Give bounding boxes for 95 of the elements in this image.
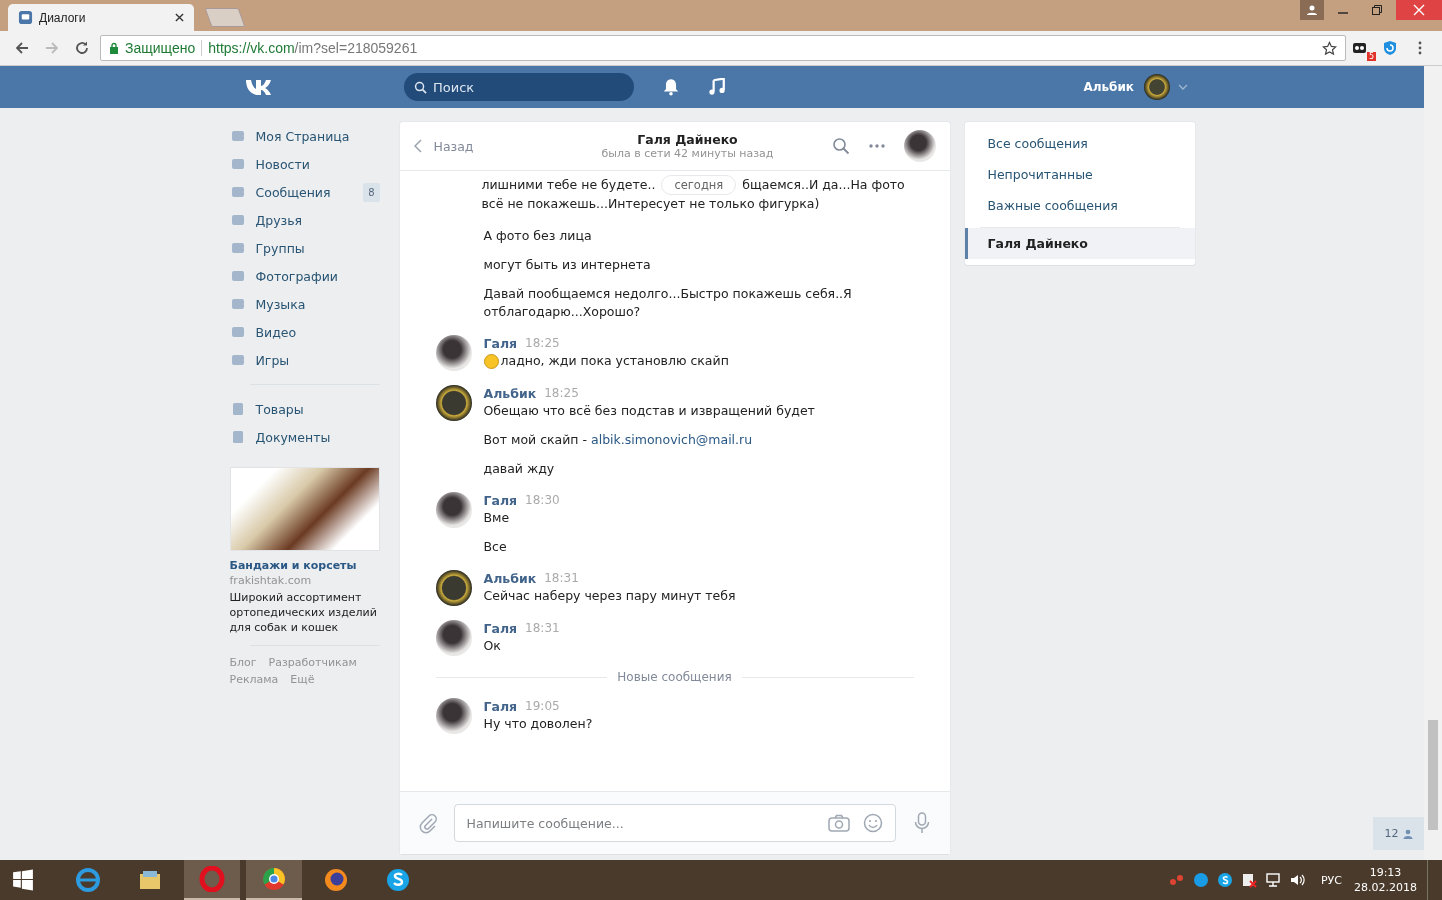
ad-domain: frakishtak.com — [229, 574, 313, 587]
message-text: бщаемся..И да...На фото — [742, 177, 905, 192]
message-text: Обещаю что всё без подстав и извращений будет — [483, 402, 815, 420]
reload-icon[interactable] — [74, 40, 90, 56]
sidebar-item[interactable]: Товары — [229, 395, 380, 423]
security-label: Защищено — [125, 40, 196, 56]
message-time: 19:05 — [525, 698, 560, 715]
chat-bubble-icon — [18, 10, 33, 25]
tray-icon[interactable] — [1217, 872, 1233, 888]
star-icon[interactable] — [1322, 40, 1337, 56]
profile-button[interactable] — [1300, 0, 1324, 20]
chat-title[interactable]: Галя Дайнеко — [637, 132, 738, 147]
url-text: https://vk.com/im?sel=218059261 — [208, 40, 418, 56]
message-time: 18:25 — [525, 335, 560, 352]
menu-item[interactable]: Все сообщения — [964, 128, 1195, 159]
user-name[interactable]: Альбик — [1083, 80, 1134, 94]
chevron-left-icon — [413, 139, 422, 153]
avatar[interactable] — [435, 492, 472, 528]
sidebar-item[interactable]: Документы — [229, 423, 380, 451]
close-icon[interactable] — [175, 13, 184, 22]
bell-icon[interactable] — [662, 78, 680, 96]
back-arrow-icon[interactable] — [14, 40, 30, 56]
sidebar-item[interactable]: Видео — [229, 318, 380, 346]
message-time: 18:31 — [525, 620, 560, 637]
online-counter[interactable]: 12 — [1372, 817, 1425, 850]
online-status: была в сети 42 минуты назад — [601, 147, 774, 160]
restore-icon — [1371, 4, 1383, 16]
browser-tab[interactable]: Диалоги — [8, 4, 194, 31]
ad-title[interactable]: Бандажи и корсеты — [229, 559, 380, 572]
sidebar-item[interactable]: Новости — [229, 150, 380, 178]
message-time: 18:31 — [544, 570, 579, 587]
shield-icon[interactable] — [1382, 40, 1398, 56]
message-text: могут быть из интернета — [483, 256, 651, 274]
search-field[interactable]: Поиск — [404, 73, 634, 101]
sidebar-item[interactable]: Фотографии — [229, 262, 380, 290]
avatar[interactable] — [435, 620, 472, 656]
sidebar-item[interactable]: Сообщения 8 — [229, 178, 380, 206]
sidebar-item[interactable]: Моя Страница — [229, 122, 380, 150]
network-icon[interactable] — [1265, 872, 1281, 888]
sidebar-item[interactable]: Группы — [229, 234, 380, 262]
windows-logo-icon[interactable] — [12, 869, 34, 891]
sidebar-item[interactable]: Музыка — [229, 290, 380, 318]
author-name[interactable]: Галя — [483, 492, 518, 509]
message-text: Вме — [483, 509, 510, 527]
message-text: Ок — [483, 637, 501, 655]
date-pill: сегодня — [661, 175, 737, 195]
sidebar-item[interactable]: Игры — [229, 346, 380, 374]
mask-icon — [1352, 40, 1368, 56]
language-indicator[interactable]: РУС — [1321, 873, 1342, 887]
avatar[interactable] — [903, 130, 936, 162]
avatar[interactable] — [435, 385, 472, 421]
sidebar-item[interactable]: Друзья — [229, 206, 380, 234]
paperclip-icon[interactable] — [417, 812, 438, 834]
close-icon — [1413, 4, 1425, 16]
count-badge: 8 — [363, 182, 380, 202]
message-text: А фото без лица — [483, 227, 592, 245]
minimize-icon — [1338, 12, 1348, 14]
message-text: всё не покажешь...Интересует не только фигурка) — [481, 196, 820, 211]
scrollbar[interactable] — [1424, 66, 1442, 860]
notification-badge: 5 — [1366, 52, 1376, 61]
lock-icon — [109, 42, 119, 54]
author-name[interactable]: Галя — [483, 698, 518, 715]
message-time: 18:25 — [544, 385, 579, 402]
avatar[interactable] — [435, 335, 472, 371]
author-name[interactable]: Галя — [483, 335, 518, 352]
author-name[interactable]: Галя — [483, 620, 518, 637]
menu-item[interactable]: Галя Дайнеко — [964, 228, 1195, 259]
new-messages-divider: Новые сообщения — [617, 670, 732, 684]
menu-item[interactable]: Непрочитанные — [964, 159, 1195, 190]
clock-time[interactable]: 19:13 — [1369, 865, 1402, 880]
message-text: Все — [483, 538, 507, 556]
close-button[interactable] — [1396, 0, 1442, 20]
avatar[interactable] — [435, 698, 472, 734]
photo-placeholder[interactable] — [229, 467, 380, 551]
clock-date[interactable]: 28.02.2018 — [1354, 880, 1417, 895]
avatar[interactable] — [435, 570, 472, 606]
menu-item[interactable]: Важные сообщения — [964, 190, 1195, 221]
search-icon[interactable] — [831, 137, 850, 155]
message-text: Ну что доволен? — [483, 715, 593, 733]
author-name[interactable]: Альбик — [483, 385, 537, 402]
email-link[interactable]: albik.simonovich@mail.ru — [591, 432, 753, 447]
back-link[interactable]: Назад — [413, 138, 544, 154]
message-text: давай жду — [483, 460, 555, 478]
message-text: Вот мой скайп - albik.simonovich@mail.ru — [483, 431, 753, 449]
search-icon — [414, 81, 427, 94]
author-name[interactable]: Альбик — [483, 570, 537, 587]
message-text: ладно, жди пока установлю скайп — [500, 352, 729, 370]
address-bar[interactable]: Защищено https://vk.com/im?sel=218059261 — [100, 35, 1346, 61]
message-text: лишними тебе не будете.. — [481, 177, 656, 192]
message-text: Давай пообщаемся недолго...Быстро покажешь себя..Я отблагодарю...Хорошо? — [483, 285, 853, 321]
ad-text: Широкий ассортимент ортопедических изделий для собак и кошек — [229, 590, 378, 635]
tray-icon[interactable] — [1241, 872, 1257, 888]
speaker-icon[interactable] — [1289, 872, 1305, 888]
message-text: Сейчас наберу через пару минут тебя — [483, 587, 736, 605]
message-time: 18:30 — [525, 492, 560, 509]
